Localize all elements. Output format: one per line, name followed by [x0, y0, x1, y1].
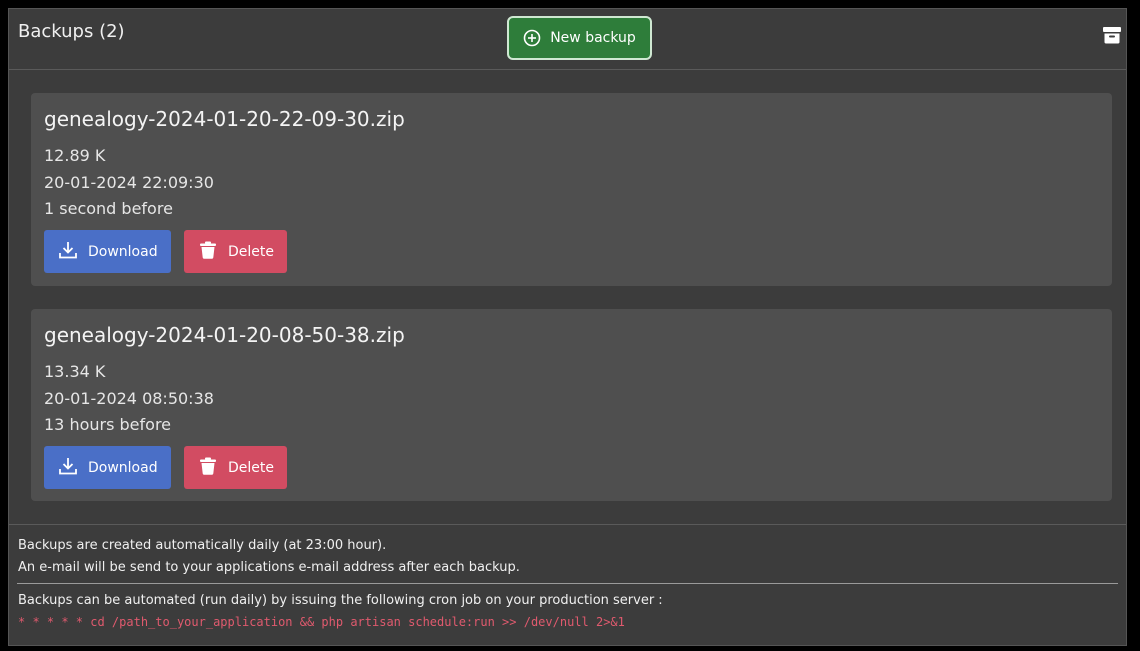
download-button[interactable]: Download — [44, 230, 171, 273]
cron-note: Backups can be automated (run daily) by … — [18, 593, 663, 608]
archive-icon[interactable] — [1102, 25, 1122, 45]
delete-label: Delete — [228, 459, 274, 476]
backup-datetime: 20-01-2024 22:09:30 — [44, 173, 214, 192]
panel-footer: Backups are created automatically daily … — [9, 524, 1126, 629]
trash-icon — [198, 456, 218, 480]
new-backup-label: New backup — [550, 30, 636, 46]
panel-header: Backups (2) New backup — [9, 9, 1126, 70]
page-title: Backups (2) — [18, 21, 125, 42]
download-icon — [58, 240, 78, 264]
download-label: Download — [88, 459, 158, 476]
backup-age: 13 hours before — [44, 415, 172, 434]
cron-command: * * * * * cd /path_to_your_application &… — [18, 615, 625, 629]
backup-datetime: 20-01-2024 08:50:38 — [44, 389, 214, 408]
backup-card: genealogy-2024-01-20-22-09-30.zip 12.89 … — [31, 93, 1112, 286]
download-icon — [58, 456, 78, 480]
delete-label: Delete — [228, 243, 274, 260]
new-backup-button[interactable]: New backup — [507, 16, 652, 60]
backup-size: 13.34 K — [44, 362, 106, 381]
delete-button[interactable]: Delete — [184, 446, 287, 489]
daily-backup-note: Backups are created automatically daily … — [18, 538, 387, 553]
plus-circle-icon — [523, 29, 541, 47]
email-note: An e-mail will be send to your applicati… — [18, 560, 520, 575]
delete-button[interactable]: Delete — [184, 230, 287, 273]
trash-icon — [198, 240, 218, 264]
backup-filename: genealogy-2024-01-20-08-50-38.zip — [44, 323, 405, 347]
footer-divider — [17, 583, 1118, 584]
backup-card: genealogy-2024-01-20-08-50-38.zip 13.34 … — [31, 309, 1112, 501]
backup-age: 1 second before — [44, 199, 173, 218]
download-button[interactable]: Download — [44, 446, 171, 489]
download-label: Download — [88, 243, 158, 260]
backups-panel: Backups (2) New backup genealogy-2024-01… — [8, 8, 1127, 646]
backup-size: 12.89 K — [44, 146, 106, 165]
backup-filename: genealogy-2024-01-20-22-09-30.zip — [44, 107, 405, 131]
